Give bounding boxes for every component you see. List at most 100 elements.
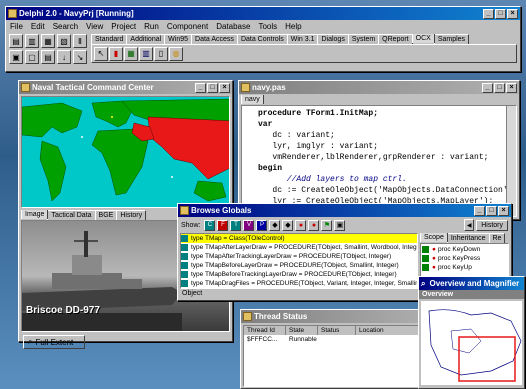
globe-component-icon[interactable]: ◍ [169,46,183,61]
thread-table[interactable]: Thread Id State Status Location $FFFCC..… [243,325,433,387]
method-icon: ● [432,264,436,271]
menu-tools[interactable]: Tools [258,22,277,31]
scope-item[interactable]: ● proc KeyPress [422,254,507,263]
map-titlebar[interactable]: Naval Tactical Command Center _ □ × [19,81,232,94]
table-row[interactable]: $FFFCC... Runnable [244,335,432,344]
minimize-button[interactable]: _ [195,82,206,93]
list-item[interactable]: type TMapDragFiles = PROCEDURE(TObject, … [181,279,417,288]
maximize-button[interactable]: □ [495,8,506,19]
browse-titlebar[interactable]: Browse Globals _ □ × [178,204,511,217]
filter-types-icon[interactable]: T [230,219,242,231]
maximize-button[interactable]: □ [207,82,218,93]
minimize-button[interactable]: _ [474,205,485,216]
overview-map[interactable] [421,301,522,385]
add-file-icon[interactable]: ▣ [9,50,23,64]
menu-edit[interactable]: Edit [31,22,45,31]
filter-functions-icon[interactable]: F [217,219,229,231]
tab-win31[interactable]: Win 3.1 [286,34,319,44]
overview-titlebar[interactable]: ⌕ Overview and Magnifier [419,277,524,290]
tab-qreport[interactable]: QReport [378,34,413,44]
bar-graph-component-icon[interactable]: ▯ [154,46,168,61]
menu-database[interactable]: Database [216,22,250,31]
maximize-button[interactable]: □ [494,82,505,93]
tab-system[interactable]: System [347,34,380,44]
filter-variables-icon[interactable]: V [243,219,255,231]
save-all-icon[interactable]: ▥ [25,34,39,48]
list-item[interactable]: type TMapBeforeTrackingLayerDraw = PROCE… [181,270,417,279]
save-file-icon[interactable]: ▧ [57,34,71,48]
filter-private-icon[interactable]: ◆ [269,219,281,231]
menu-project[interactable]: Project [111,22,136,31]
tab-bge[interactable]: BGE [94,210,118,220]
thread-titlebar[interactable]: Thread Status [241,310,435,323]
filter-inherited-icon[interactable]: ▣ [334,219,346,231]
maximize-button[interactable]: □ [486,205,497,216]
type-icon [181,244,188,251]
filter-protected-icon[interactable]: ◆ [282,219,294,231]
list-item[interactable]: type TMap = Class(TOleControl) [181,234,417,243]
scope-item[interactable]: ● proc KeyUp [422,263,507,272]
tab-win95[interactable]: Win95 [164,34,193,44]
list-item[interactable]: type TMapBeforeLayerDraw = PROCEDURE(TOb… [181,261,417,270]
col-status[interactable]: Status [318,326,356,335]
tab-references[interactable]: Re [488,233,506,243]
filter-virtual-icon[interactable]: ⚑ [321,219,333,231]
graph-component-icon[interactable]: ▥ [139,46,153,61]
tab-samples[interactable]: Samples [433,34,470,44]
history-button[interactable]: History [476,219,508,231]
col-state[interactable]: State [286,326,318,335]
menu-search[interactable]: Search [53,22,78,31]
list-item[interactable]: type TMapDrawError = PROCEDURE(TObject, … [181,288,417,289]
filter-properties-icon[interactable]: P [256,219,268,231]
menu-file[interactable]: File [10,22,23,31]
menu-help[interactable]: Help [285,22,301,31]
tab-ocx[interactable]: OCX [411,34,435,43]
menu-view[interactable]: View [86,22,103,31]
filter-constants-icon[interactable]: C [204,219,216,231]
minimize-button[interactable]: _ [483,8,494,19]
close-button[interactable]: × [219,82,230,93]
tab-data-controls[interactable]: Data Controls [236,34,288,44]
code-area[interactable]: procedure TForm1.InitMap; var dc : varian… [241,105,517,217]
tab-history[interactable]: History [116,210,147,220]
list-item[interactable]: type TMapAfterLayerDraw = PROCEDURE(TObj… [181,243,417,252]
toggle-form-icon[interactable]: ▤ [41,50,55,64]
globals-list[interactable]: type TMap = Class(TOleControl) type TMapA… [180,233,418,289]
filter-public-icon[interactable]: ● [295,219,307,231]
tab-navy[interactable]: navy [241,95,264,104]
list-item[interactable]: type TMapAfterTrackingLayerDraw = PROCED… [181,252,417,261]
spreadsheet-component-icon[interactable]: ▦ [124,46,138,61]
tab-standard[interactable]: Standard [91,34,128,44]
pause-icon[interactable]: Ⅱ [73,34,87,48]
tab-scope[interactable]: Scope [420,233,448,242]
tab-data-access[interactable]: Data Access [191,34,238,44]
close-button[interactable]: × [506,82,517,93]
close-button[interactable]: × [498,205,509,216]
remove-file-icon[interactable]: ▢ [25,50,39,64]
chart-component-icon[interactable]: ▮ [109,46,123,61]
world-map[interactable] [21,96,230,208]
editor-titlebar[interactable]: navy.pas _ □ × [239,81,519,94]
filter-published-icon[interactable]: ● [308,219,320,231]
tab-tactical-data[interactable]: Tactical Data [47,210,96,220]
step-icon[interactable]: ↓ [57,50,71,64]
tab-dialogs[interactable]: Dialogs [317,34,349,44]
ide-titlebar[interactable]: Delphi 2.0 - NavyPrj [Running] _ □ × [6,7,520,20]
open-project-icon[interactable]: ▤ [9,34,23,48]
tab-image[interactable]: Image [21,210,49,219]
minimize-button[interactable]: _ [482,82,493,93]
vertical-scrollbar[interactable] [506,106,516,216]
col-thread-id[interactable]: Thread Id [244,326,286,335]
pointer-icon[interactable]: ↖ [94,46,108,61]
close-button[interactable]: × [507,8,518,19]
thread-state-cell: Runnable [289,336,317,343]
menu-run[interactable]: Run [144,22,159,31]
history-back-icon[interactable]: ◀ [464,219,475,231]
full-extent-button[interactable]: ⌕ Full Extent [23,335,85,349]
scope-item[interactable]: ● proc KeyDown [422,245,507,254]
menu-component[interactable]: Component [167,22,208,31]
open-file-icon[interactable]: ▦ [41,34,55,48]
trace-icon[interactable]: ↘ [73,50,87,64]
tab-inheritance[interactable]: Inheritance [446,233,490,243]
tab-additional[interactable]: Additional [126,34,166,44]
